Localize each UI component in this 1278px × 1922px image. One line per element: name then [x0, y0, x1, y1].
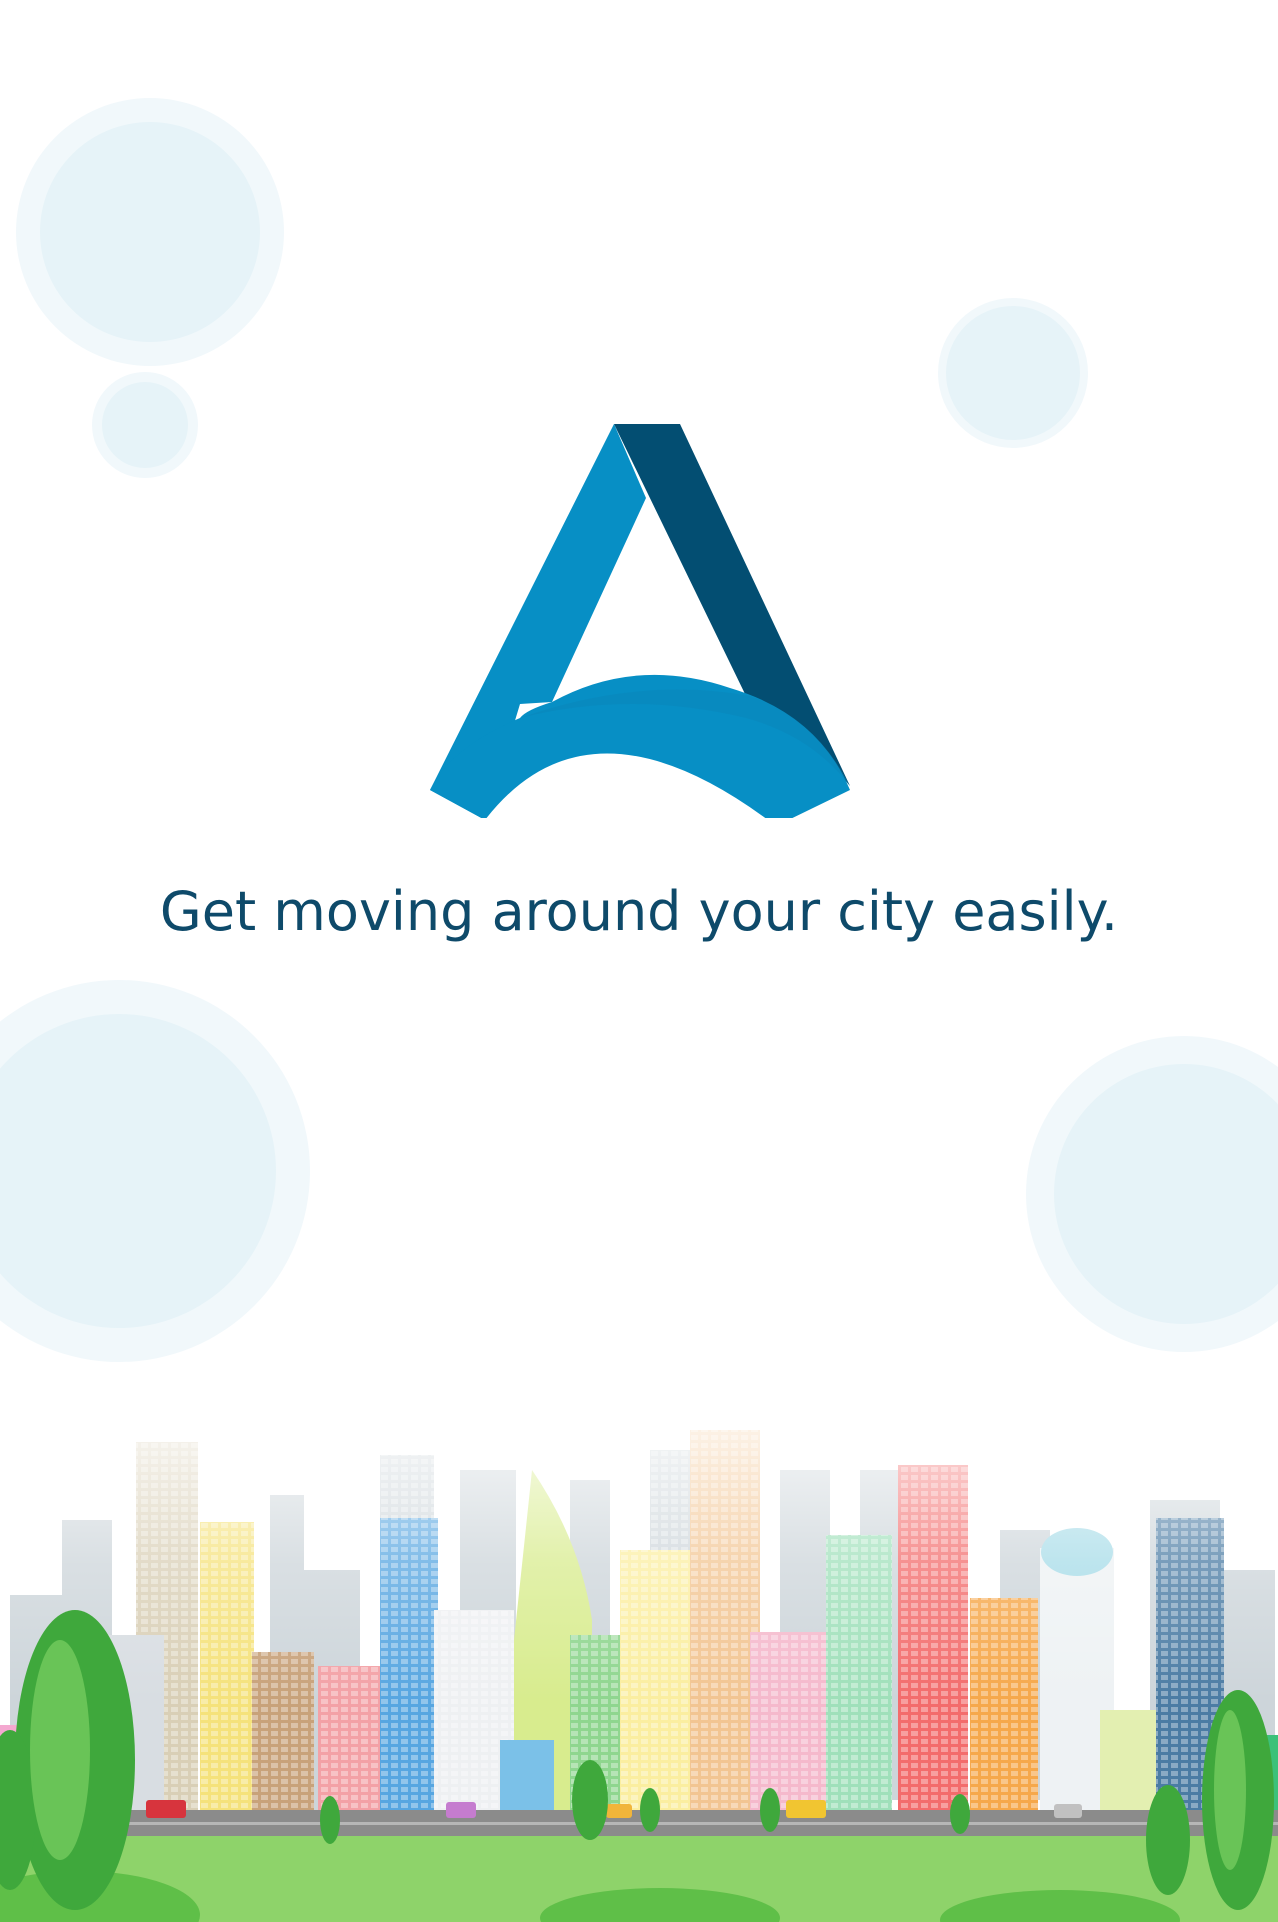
- decorative-bubble: [40, 122, 260, 342]
- splash-screen: Get moving around your city easily.: [0, 0, 1278, 1922]
- decorative-bubble: [946, 306, 1080, 440]
- decorative-bubble: [102, 382, 188, 468]
- tagline-text: Get moving around your city easily.: [159, 880, 1119, 943]
- a-arch-logo-icon: [430, 424, 850, 818]
- decorative-bubble: [0, 1014, 276, 1328]
- decorative-bubble: [1054, 1064, 1278, 1324]
- city-skyline-illustration: [0, 1370, 1278, 1922]
